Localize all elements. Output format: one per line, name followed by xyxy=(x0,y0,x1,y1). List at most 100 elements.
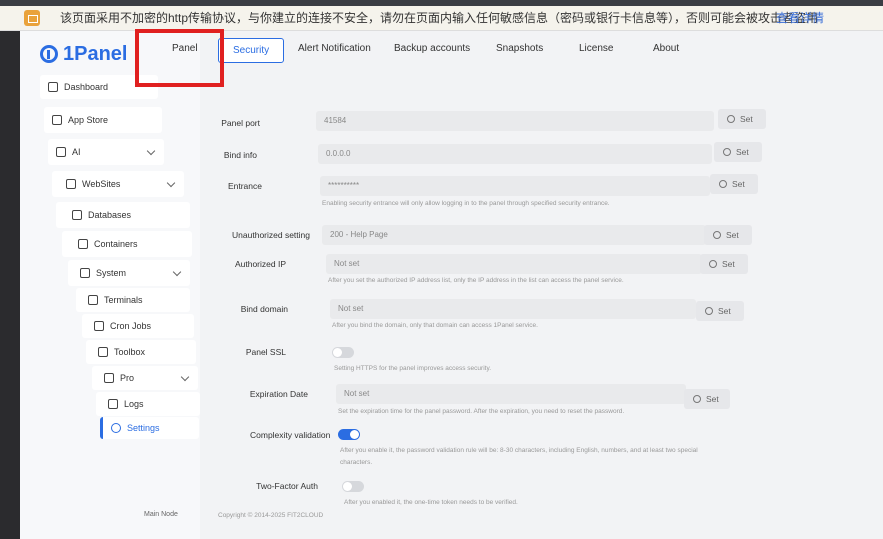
switch-knob xyxy=(350,430,359,439)
sidebar-item-toolbox[interactable]: Toolbox xyxy=(86,340,196,364)
toolbox-icon xyxy=(98,347,108,357)
terminal-icon xyxy=(88,295,98,305)
bind-domain-value: Not set xyxy=(338,304,364,313)
logo[interactable]: 1Panel xyxy=(40,41,127,67)
switch-knob xyxy=(333,348,342,357)
logo-icon xyxy=(40,45,58,63)
tab-alert-notification[interactable]: Alert Notification xyxy=(298,43,371,54)
sidebar-item-system[interactable]: System xyxy=(68,260,190,286)
unauthorized-field[interactable]: 200 - Help Page xyxy=(322,225,706,245)
two-factor-help: After you enabled it, the one-time token… xyxy=(344,499,518,506)
sidebar-item-terminals[interactable]: Terminals xyxy=(76,288,190,312)
bind-domain-label: Bind domain xyxy=(240,304,288,314)
set-label: Set xyxy=(740,114,753,124)
sidebar-item-ai[interactable]: AI xyxy=(48,139,164,165)
ai-icon xyxy=(56,147,66,157)
bind-domain-field: Not set xyxy=(330,299,696,319)
clock-icon xyxy=(94,321,104,331)
authorized-ip-value: Not set xyxy=(334,259,360,268)
logo-text: 1Panel xyxy=(63,42,128,65)
unauthorized-set-button[interactable]: Set xyxy=(704,225,752,245)
panel-ssl-switch[interactable] xyxy=(332,347,354,358)
database-icon xyxy=(72,210,82,220)
set-label: Set xyxy=(726,230,739,240)
bind-info-set-button[interactable]: Set xyxy=(714,142,762,162)
bind-domain-set-button[interactable]: Set xyxy=(696,301,744,321)
warning-text: 该页面采用不加密的http传输协议，与你建立的连接不安全，请勿在页面内输入任何敏… xyxy=(60,11,819,25)
panel-port-set-button[interactable]: Set xyxy=(718,109,766,129)
complexity-label: Complexity validation xyxy=(250,430,331,440)
chevron-down-icon xyxy=(146,146,156,156)
set-label: Set xyxy=(732,179,745,189)
chevron-down-icon xyxy=(180,372,190,382)
entrance-label: Entrance xyxy=(227,181,262,191)
complexity-switch[interactable] xyxy=(338,429,360,440)
sidebar-item-label: Cron Jobs xyxy=(110,321,152,331)
sidebar-item-databases[interactable]: Databases xyxy=(56,202,190,228)
two-factor-switch[interactable] xyxy=(342,481,364,492)
panel-port-value: 41584 xyxy=(324,116,347,125)
sidebar-item-app-store[interactable]: App Store xyxy=(44,107,162,133)
switch-knob xyxy=(343,482,352,491)
authorized-ip-set-button[interactable]: Set xyxy=(700,254,748,274)
sidebar-item-label: AI xyxy=(72,147,81,157)
sidebar-item-label: Terminals xyxy=(104,295,143,305)
settings-tabs: Panel Security Alert Notification Backup… xyxy=(172,37,883,69)
warning-icon xyxy=(24,10,40,26)
sidebar-item-label: Pro xyxy=(120,373,135,383)
sidebar-item-label: App Store xyxy=(68,115,109,125)
sidebar: 1Panel Dashboard App Store AI WebSites D… xyxy=(20,31,200,539)
sidebar-item-label: Toolbox xyxy=(114,347,146,357)
set-label: Set xyxy=(718,306,731,316)
entrance-set-button[interactable]: Set xyxy=(710,174,758,194)
system-icon xyxy=(80,268,90,278)
insecure-warning-bar: 该页面采用不加密的http传输协议，与你建立的连接不安全，请勿在页面内输入任何敏… xyxy=(0,6,883,31)
container-icon xyxy=(78,239,88,249)
sidebar-item-settings[interactable]: Settings xyxy=(100,417,199,439)
two-factor-label: Two-Factor Auth xyxy=(256,481,318,491)
panel-port-label: Panel port xyxy=(221,118,260,128)
red-highlight-box xyxy=(135,29,224,87)
panel-port-field: 41584 xyxy=(316,111,714,131)
gear-icon xyxy=(723,148,731,156)
gear-icon xyxy=(111,423,121,433)
sidebar-item-logs[interactable]: Logs xyxy=(96,392,200,416)
gear-icon xyxy=(709,260,717,268)
tab-license[interactable]: License xyxy=(579,43,613,54)
sidebar-item-label: Containers xyxy=(94,239,138,249)
sidebar-item-containers[interactable]: Containers xyxy=(62,231,192,257)
sidebar-item-label: WebSites xyxy=(82,179,121,189)
expiration-set-button[interactable]: Set xyxy=(684,389,730,409)
authorized-ip-field: Not set xyxy=(326,254,702,274)
tab-security[interactable]: Security xyxy=(218,38,285,63)
sidebar-item-pro[interactable]: Pro xyxy=(92,366,198,390)
globe-icon xyxy=(66,179,76,189)
entrance-value: ********** xyxy=(328,181,360,190)
tab-about[interactable]: About xyxy=(653,43,679,54)
expiration-field: Not set xyxy=(336,384,686,404)
tab-snapshots[interactable]: Snapshots xyxy=(496,43,543,54)
sidebar-item-label: Databases xyxy=(88,210,132,220)
sidebar-item-websites[interactable]: WebSites xyxy=(52,171,184,197)
sidebar-item-cron-jobs[interactable]: Cron Jobs xyxy=(82,314,194,338)
crown-icon xyxy=(104,373,114,383)
expiration-label: Expiration Date xyxy=(249,389,308,399)
bind-info-label: Bind info xyxy=(223,150,257,160)
gear-icon xyxy=(693,395,701,403)
sidebar-item-label: Dashboard xyxy=(64,82,109,92)
set-label: Set xyxy=(722,259,735,269)
bind-info-field: 0.0.0.0 xyxy=(318,144,712,164)
bind-domain-help: After you bind the domain, only that dom… xyxy=(332,322,538,329)
set-label: Set xyxy=(736,147,749,157)
node-switcher[interactable]: Main Node xyxy=(144,511,178,518)
sidebar-item-label: Logs xyxy=(124,399,144,409)
app-window: 1Panel Dashboard App Store AI WebSites D… xyxy=(20,29,883,539)
warning-details-link[interactable]: 查看详情 xyxy=(776,9,824,26)
chevron-down-icon xyxy=(172,267,182,277)
tab-backup-accounts[interactable]: Backup accounts xyxy=(394,43,470,54)
sidebar-item-label: System xyxy=(96,268,127,278)
panel-ssl-label: Panel SSL xyxy=(245,347,286,357)
logs-icon xyxy=(108,399,118,409)
sidebar-item-label: Settings xyxy=(127,423,160,433)
entrance-field: ********** xyxy=(320,176,710,196)
